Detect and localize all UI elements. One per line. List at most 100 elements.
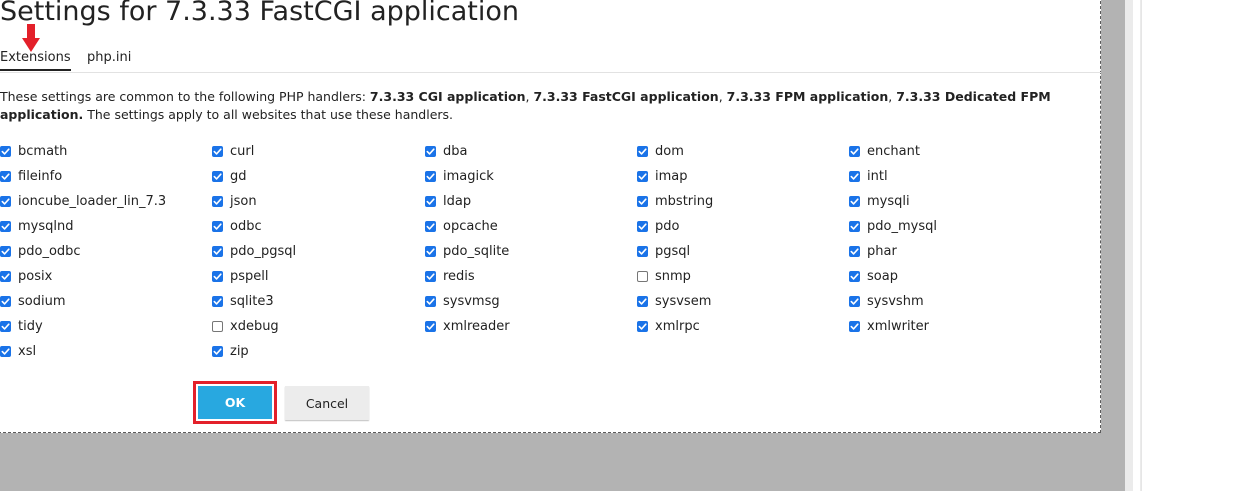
extension-label: dom: [655, 143, 684, 159]
extension-checkbox[interactable]: [0, 145, 11, 157]
extension-item[interactable]: xmlwriter: [849, 317, 929, 335]
extension-label: enchant: [867, 143, 920, 159]
extension-item[interactable]: redis: [425, 267, 475, 285]
extension-item[interactable]: mysqli: [849, 192, 910, 210]
extension-item[interactable]: posix: [0, 267, 52, 285]
extension-item[interactable]: phar: [849, 242, 897, 260]
extension-item[interactable]: enchant: [849, 142, 920, 160]
extension-label: xmlreader: [443, 318, 510, 334]
extension-item[interactable]: imagick: [425, 167, 494, 185]
extension-checkbox[interactable]: [637, 270, 648, 282]
extension-checkbox[interactable]: [425, 170, 436, 182]
extension-label: sysvsem: [655, 293, 712, 309]
extension-item[interactable]: xdebug: [212, 317, 279, 335]
extension-checkbox[interactable]: [212, 145, 223, 157]
extension-item[interactable]: mysqlnd: [0, 217, 74, 235]
extension-item[interactable]: xsl: [0, 342, 36, 360]
extension-checkbox[interactable]: [849, 320, 860, 332]
extension-checkbox[interactable]: [0, 320, 11, 332]
extension-label: tidy: [18, 318, 43, 334]
extension-checkbox[interactable]: [212, 270, 223, 282]
extension-checkbox[interactable]: [425, 245, 436, 257]
extension-checkbox[interactable]: [637, 295, 648, 307]
extension-checkbox[interactable]: [637, 245, 648, 257]
extension-checkbox[interactable]: [849, 220, 860, 232]
extension-label: xsl: [18, 343, 37, 359]
extension-checkbox[interactable]: [212, 245, 223, 257]
extension-item[interactable]: pdo_odbc: [0, 242, 81, 260]
cancel-button[interactable]: Cancel: [285, 386, 369, 420]
tab-php-ini[interactable]: php.ini: [87, 50, 131, 65]
extension-item[interactable]: snmp: [637, 267, 691, 285]
extension-checkbox[interactable]: [849, 145, 860, 157]
extension-item[interactable]: dom: [637, 142, 684, 160]
extension-label: sqlite3: [230, 293, 274, 309]
extension-item[interactable]: zip: [212, 342, 249, 360]
extension-item[interactable]: xmlreader: [425, 317, 510, 335]
extension-item[interactable]: mbstring: [637, 192, 713, 210]
extension-item[interactable]: pdo_mysql: [849, 217, 937, 235]
desc-prefix: These settings are common to the followi…: [0, 89, 370, 104]
extension-item[interactable]: tidy: [0, 317, 43, 335]
extension-checkbox[interactable]: [0, 220, 11, 232]
extension-checkbox[interactable]: [637, 320, 648, 332]
extension-item[interactable]: gd: [212, 167, 247, 185]
extension-checkbox[interactable]: [637, 170, 648, 182]
extension-item[interactable]: sysvshm: [849, 292, 924, 310]
extension-checkbox[interactable]: [212, 345, 223, 357]
extension-item[interactable]: pspell: [212, 267, 269, 285]
tab-label: php.ini: [87, 50, 132, 65]
extension-checkbox[interactable]: [212, 170, 223, 182]
extension-label: sysvmsg: [443, 293, 500, 309]
extension-checkbox[interactable]: [637, 220, 648, 232]
extension-item[interactable]: fileinfo: [0, 167, 62, 185]
extension-checkbox[interactable]: [0, 295, 11, 307]
extension-item[interactable]: sqlite3: [212, 292, 274, 310]
extension-item[interactable]: sodium: [0, 292, 66, 310]
extension-label: dba: [443, 143, 468, 159]
extension-checkbox[interactable]: [849, 295, 860, 307]
tab-extensions[interactable]: Extensions: [0, 50, 71, 71]
extension-checkbox[interactable]: [0, 345, 11, 357]
extension-checkbox[interactable]: [425, 295, 436, 307]
extension-item[interactable]: soap: [849, 267, 898, 285]
extension-item[interactable]: sysvmsg: [425, 292, 500, 310]
extension-item[interactable]: imap: [637, 167, 688, 185]
extension-checkbox[interactable]: [0, 170, 11, 182]
extension-label: gd: [230, 168, 247, 184]
ok-button[interactable]: OK: [198, 386, 272, 419]
extension-item[interactable]: pdo_sqlite: [425, 242, 509, 260]
extension-item[interactable]: pdo_pgsql: [212, 242, 296, 260]
extension-item[interactable]: json: [212, 192, 257, 210]
extension-checkbox[interactable]: [425, 220, 436, 232]
extension-item[interactable]: ldap: [425, 192, 471, 210]
extension-checkbox[interactable]: [637, 145, 648, 157]
extension-item[interactable]: pgsql: [637, 242, 690, 260]
extension-item[interactable]: intl: [849, 167, 888, 185]
extension-checkbox[interactable]: [637, 195, 648, 207]
extension-checkbox[interactable]: [212, 295, 223, 307]
extension-item[interactable]: bcmath: [0, 142, 67, 160]
extension-checkbox[interactable]: [849, 270, 860, 282]
extension-checkbox[interactable]: [212, 320, 223, 332]
extension-checkbox[interactable]: [849, 170, 860, 182]
extension-checkbox[interactable]: [425, 195, 436, 207]
extension-checkbox[interactable]: [0, 270, 11, 282]
extension-checkbox[interactable]: [425, 270, 436, 282]
extension-item[interactable]: opcache: [425, 217, 498, 235]
extension-item[interactable]: ioncube_loader_lin_7.3: [0, 192, 166, 210]
extension-checkbox[interactable]: [212, 220, 223, 232]
extension-checkbox[interactable]: [0, 195, 11, 207]
extension-item[interactable]: odbc: [212, 217, 262, 235]
extension-checkbox[interactable]: [849, 245, 860, 257]
extension-checkbox[interactable]: [849, 195, 860, 207]
extension-checkbox[interactable]: [0, 245, 11, 257]
extension-checkbox[interactable]: [425, 320, 436, 332]
extension-checkbox[interactable]: [425, 145, 436, 157]
extension-item[interactable]: pdo: [637, 217, 679, 235]
extension-item[interactable]: curl: [212, 142, 254, 160]
extension-checkbox[interactable]: [212, 195, 223, 207]
extension-item[interactable]: dba: [425, 142, 467, 160]
extension-item[interactable]: xmlrpc: [637, 317, 700, 335]
extension-item[interactable]: sysvsem: [637, 292, 711, 310]
